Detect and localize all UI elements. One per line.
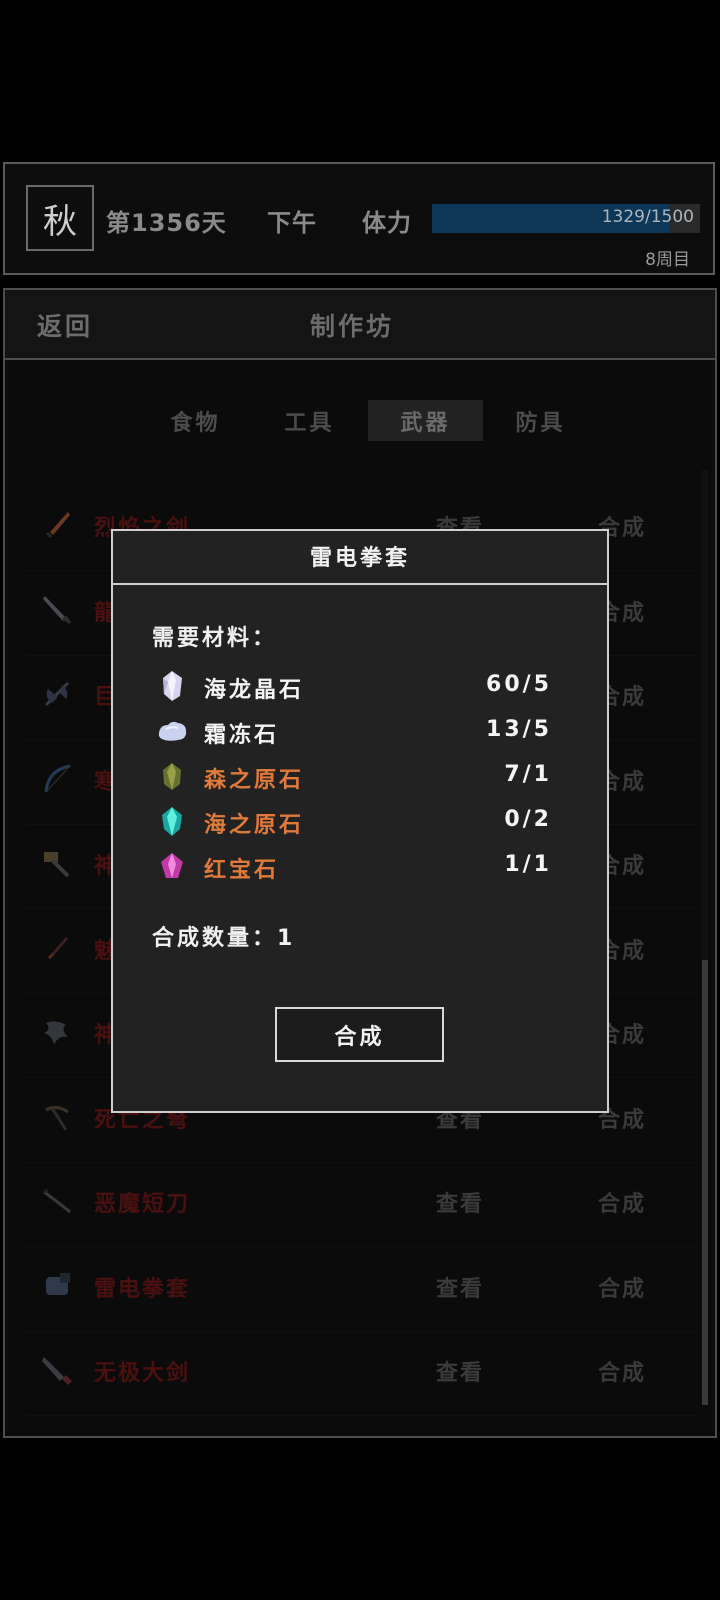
view-button[interactable]: 查看: [436, 1355, 484, 1387]
axe-icon: [40, 677, 74, 711]
frost-stone-icon: [156, 715, 188, 747]
material-name: 霜冻石: [204, 723, 280, 748]
bow-icon: [40, 762, 74, 796]
sword-icon: [40, 508, 74, 542]
material-count: 13/5: [486, 717, 552, 742]
material-row: 森之原石 7/1: [152, 756, 552, 796]
weapon-row: 雷电拳套 查看 合成: [26, 1247, 696, 1332]
craft-button[interactable]: 合成: [275, 1007, 444, 1062]
row-craft-button[interactable]: 合成: [598, 1271, 646, 1303]
weapon-name: 无极大剑: [94, 1361, 191, 1386]
cycle-counter: 8周目: [645, 250, 690, 270]
material-row: 霜冻石 13/5: [152, 711, 552, 751]
quantity-label[interactable]: 合成数量：1: [152, 920, 295, 952]
greatsword-icon: [40, 593, 74, 627]
material-row: 海之原石 0/2: [152, 801, 552, 841]
weapon-row: 恶魔短刀 查看 合成: [26, 1162, 696, 1247]
material-count: 0/2: [504, 807, 552, 832]
view-button[interactable]: 查看: [436, 1186, 484, 1218]
forest-stone-icon: [156, 760, 188, 792]
stamina-label: 体力: [362, 209, 412, 237]
row-craft-button[interactable]: 合成: [598, 1186, 646, 1218]
hammer-icon: [40, 846, 74, 880]
row-craft-button[interactable]: 合成: [598, 1355, 646, 1387]
stamina-bar: 1329/1500: [432, 204, 700, 233]
ruby-icon: [156, 850, 188, 882]
tab-2[interactable]: 武器: [368, 400, 483, 441]
tab-3[interactable]: 防具: [483, 400, 598, 441]
sea-stone-icon: [156, 805, 188, 837]
material-row: 海龙晶石 60/5: [152, 666, 552, 706]
time-of-day: 下午: [267, 209, 317, 237]
dialog-title: 雷电拳套: [309, 546, 410, 571]
material-count: 7/1: [504, 762, 552, 787]
gauntlet-icon: [40, 1269, 74, 1303]
material-count: 60/5: [486, 672, 552, 697]
material-name: 海龙晶石: [204, 678, 305, 703]
material-name: 红宝石: [204, 858, 280, 883]
weapon-name: 恶魔短刀: [94, 1192, 191, 1217]
day-counter: 第1356天: [106, 209, 227, 237]
weapon-name: 雷电拳套: [94, 1276, 191, 1302]
weapon-row: 无极大剑 查看 合成: [26, 1331, 696, 1416]
tab-0[interactable]: 食物: [138, 400, 253, 441]
back-button[interactable]: 返回: [37, 307, 93, 343]
material-name: 海之原石: [204, 813, 305, 838]
claw-icon: [40, 1015, 74, 1049]
scrollbar-thumb[interactable]: [702, 960, 708, 1405]
broadsword-icon: [40, 1353, 74, 1387]
short-blade-icon: [40, 1184, 74, 1218]
tab-1[interactable]: 工具: [252, 400, 367, 441]
material-row: 红宝石 1/1: [152, 846, 552, 886]
crystal-icon: [156, 670, 188, 702]
stamina-value: 1329/1500: [601, 207, 694, 227]
crossbow-icon: [40, 1100, 74, 1134]
materials-label: 需要材料：: [152, 626, 278, 651]
page-title: 制作坊: [310, 312, 395, 341]
dagger-icon: [40, 931, 74, 965]
material-count: 1/1: [504, 852, 552, 877]
season-badge: 秋: [26, 185, 94, 251]
material-name: 森之原石: [204, 768, 305, 793]
view-button[interactable]: 查看: [436, 1271, 484, 1303]
